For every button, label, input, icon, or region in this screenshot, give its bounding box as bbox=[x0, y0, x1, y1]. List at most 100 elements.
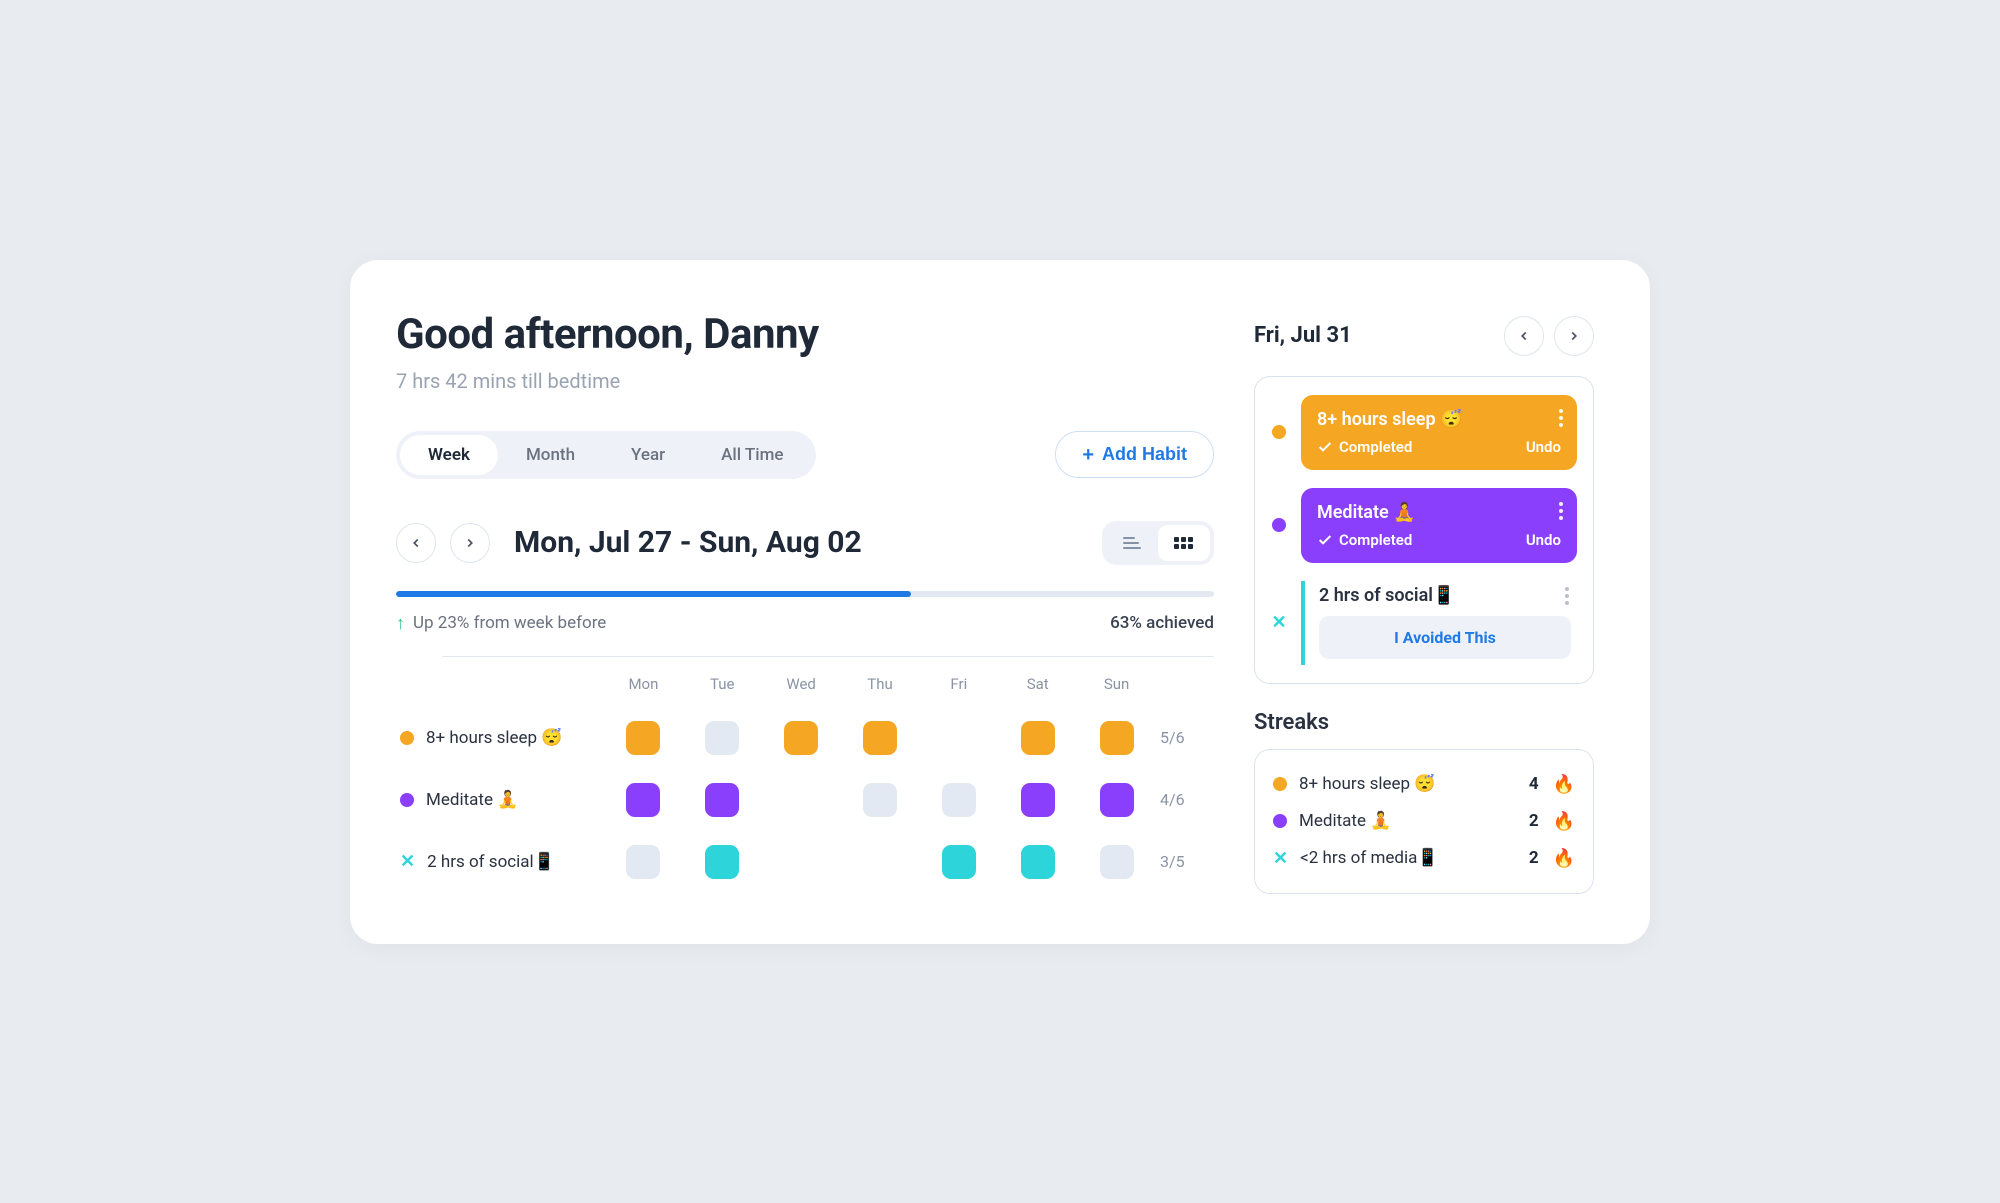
day-header: Mon bbox=[608, 675, 679, 693]
habit-empty-square bbox=[626, 845, 660, 879]
streak-count: 2 bbox=[1529, 811, 1539, 831]
habit-day-cell[interactable] bbox=[687, 783, 758, 817]
add-habit-button[interactable]: + Add Habit bbox=[1055, 431, 1214, 478]
today-habit-icon bbox=[1271, 488, 1287, 563]
habit-day-cell[interactable] bbox=[608, 845, 679, 879]
streak-count: 2 bbox=[1529, 848, 1539, 868]
today-panel: 8+ hours sleep 😴CompletedUndo Meditate 🧘 C… bbox=[1254, 376, 1594, 684]
prev-day-button[interactable] bbox=[1504, 316, 1544, 356]
kebab-icon bbox=[1559, 502, 1563, 520]
habit-card[interactable]: 8+ hours sleep 😴CompletedUndo bbox=[1301, 395, 1577, 470]
today-habit-icon bbox=[1271, 395, 1287, 470]
habit-day-cell[interactable] bbox=[923, 845, 994, 879]
view-list-button[interactable] bbox=[1106, 525, 1158, 561]
table-divider bbox=[442, 656, 1214, 657]
chevron-left-icon bbox=[409, 536, 423, 550]
habit-done-square bbox=[863, 721, 897, 755]
habit-label: ✕2 hrs of social📱 bbox=[400, 851, 600, 872]
habit-dot-icon bbox=[1272, 518, 1286, 532]
chevron-right-icon bbox=[463, 536, 477, 550]
habit-day-cell[interactable] bbox=[608, 721, 679, 755]
sidebar-header: Fri, Jul 31 bbox=[1254, 316, 1594, 356]
habit-dot-icon bbox=[1273, 777, 1287, 791]
habit-done-square bbox=[1021, 721, 1055, 755]
habit-card-title: 2 hrs of social📱 bbox=[1319, 585, 1571, 606]
segment-year[interactable]: Year bbox=[603, 435, 693, 475]
progress-fill bbox=[396, 591, 911, 597]
progress-text-row: ↑ Up 23% from week before 63% achieved bbox=[396, 613, 1214, 634]
habit-name: 2 hrs of social📱 bbox=[427, 852, 555, 872]
habit-score: 3/5 bbox=[1160, 852, 1210, 871]
avoided-button[interactable]: I Avoided This bbox=[1319, 616, 1571, 659]
habit-day-cell[interactable] bbox=[1081, 845, 1152, 879]
habit-day-cell[interactable] bbox=[1002, 721, 1073, 755]
habit-done-square bbox=[626, 721, 660, 755]
day-header: Wed bbox=[766, 675, 837, 693]
habit-day-cell[interactable] bbox=[687, 845, 758, 879]
today-habit-item: Meditate 🧘 Completed Undo bbox=[1271, 488, 1577, 563]
habit-label: Meditate 🧘 bbox=[400, 790, 600, 810]
habit-done-square bbox=[705, 845, 739, 879]
table-header-row: Mon Tue Wed Thu Fri Sat Sun bbox=[396, 675, 1214, 693]
segment-month[interactable]: Month bbox=[498, 435, 603, 475]
day-header: Sun bbox=[1081, 675, 1152, 693]
day-header: Sat bbox=[1002, 675, 1073, 693]
segment-alltime[interactable]: All Time bbox=[693, 435, 811, 475]
habit-week-table: Mon Tue Wed Thu Fri Sat Sun 8+ hours sle… bbox=[396, 656, 1214, 879]
habit-day-cell[interactable] bbox=[1002, 845, 1073, 879]
habit-day-cell[interactable] bbox=[766, 721, 837, 755]
grid-icon bbox=[1173, 536, 1195, 550]
greeting-title: Good afternoon, Danny bbox=[396, 310, 1214, 359]
habit-card-menu-button[interactable] bbox=[1559, 502, 1563, 524]
segment-week[interactable]: Week bbox=[400, 435, 498, 475]
habit-card-subrow: Completed Undo bbox=[1317, 531, 1561, 549]
day-header: Fri bbox=[923, 675, 994, 693]
chevron-right-icon bbox=[1567, 329, 1581, 343]
habit-status: Completed bbox=[1317, 531, 1412, 549]
filter-row: Week Month Year All Time + Add Habit bbox=[396, 431, 1214, 479]
habit-done-square bbox=[626, 783, 660, 817]
habit-dot-icon bbox=[400, 731, 414, 745]
streak-label: 8+ hours sleep 😴 bbox=[1299, 774, 1435, 794]
habit-day-cell[interactable] bbox=[845, 721, 916, 755]
habit-card-menu-button[interactable] bbox=[1565, 587, 1569, 609]
habit-score: 4/6 bbox=[1160, 790, 1210, 809]
habit-day-cell[interactable] bbox=[687, 721, 758, 755]
habit-day-cell[interactable] bbox=[845, 783, 916, 817]
main-column: Good afternoon, Danny 7 hrs 42 mins till… bbox=[396, 310, 1214, 894]
habit-card[interactable]: 2 hrs of social📱 I Avoided This bbox=[1301, 581, 1577, 665]
habit-card-menu-button[interactable] bbox=[1559, 409, 1563, 431]
chevron-left-icon bbox=[1517, 329, 1531, 343]
view-grid-button[interactable] bbox=[1158, 525, 1210, 561]
habit-day-cell[interactable] bbox=[923, 783, 994, 817]
next-week-button[interactable] bbox=[450, 523, 490, 563]
trend-text: ↑ Up 23% from week before bbox=[396, 613, 606, 634]
habit-card-title: Meditate 🧘 bbox=[1317, 502, 1561, 523]
date-range-label: Mon, Jul 27 - Sun, Aug 02 bbox=[514, 525, 862, 560]
undo-button[interactable]: Undo bbox=[1526, 531, 1561, 549]
plus-icon: + bbox=[1082, 445, 1094, 465]
fire-icon: 🔥 bbox=[1553, 848, 1575, 869]
app-window: Good afternoon, Danny 7 hrs 42 mins till… bbox=[350, 260, 1650, 944]
arrow-up-icon: ↑ bbox=[396, 613, 405, 634]
habit-card[interactable]: Meditate 🧘 Completed Undo bbox=[1301, 488, 1577, 563]
streaks-title: Streaks bbox=[1254, 710, 1594, 735]
undo-button[interactable]: Undo bbox=[1526, 438, 1561, 456]
habit-done-square bbox=[784, 721, 818, 755]
habit-row: Meditate 🧘 4/6 bbox=[396, 783, 1214, 817]
habit-name: 8+ hours sleep 😴 bbox=[426, 728, 562, 748]
streak-row: ✕<2 hrs of media📱2🔥 bbox=[1273, 840, 1575, 877]
habit-day-cell[interactable] bbox=[608, 783, 679, 817]
habit-day-cell[interactable] bbox=[1081, 783, 1152, 817]
habit-day-cell[interactable] bbox=[1002, 783, 1073, 817]
day-header: Thu bbox=[845, 675, 916, 693]
date-nav-row: Mon, Jul 27 - Sun, Aug 02 bbox=[396, 521, 1214, 565]
fire-icon: 🔥 bbox=[1553, 774, 1575, 795]
habit-dot-icon bbox=[400, 793, 414, 807]
habit-name: Meditate 🧘 bbox=[426, 790, 518, 810]
prev-week-button[interactable] bbox=[396, 523, 436, 563]
next-day-button[interactable] bbox=[1554, 316, 1594, 356]
streak-row: Meditate 🧘2🔥 bbox=[1273, 803, 1575, 840]
habit-day-cell[interactable] bbox=[1081, 721, 1152, 755]
habit-done-square bbox=[1100, 721, 1134, 755]
